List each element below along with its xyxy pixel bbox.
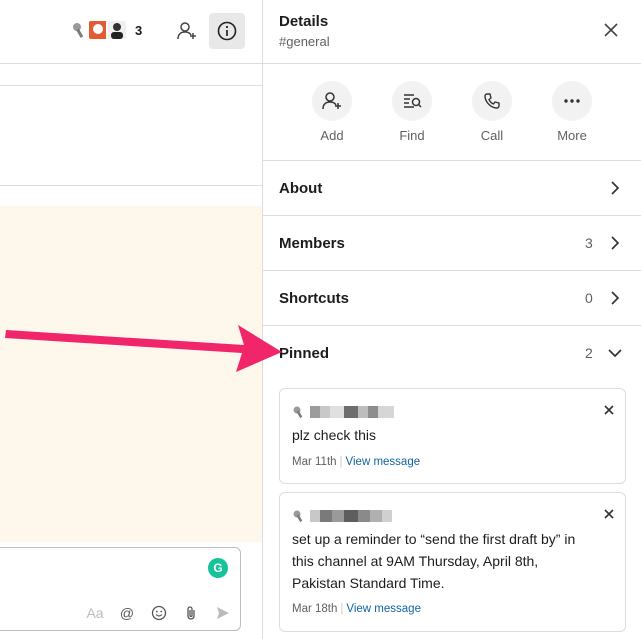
section-label: Members bbox=[279, 234, 345, 252]
shortcuts-section[interactable]: Shortcuts 0 bbox=[263, 271, 641, 325]
redacted-name bbox=[310, 510, 392, 522]
find-action[interactable]: Find bbox=[382, 81, 442, 143]
divider bbox=[0, 85, 262, 86]
highlighted-message bbox=[0, 206, 262, 542]
view-message-link[interactable]: View message bbox=[346, 603, 421, 615]
unpin-close-icon[interactable] bbox=[603, 404, 615, 416]
attach-button[interactable] bbox=[175, 602, 207, 624]
info-icon bbox=[217, 21, 237, 41]
add-action[interactable]: Add bbox=[302, 81, 362, 143]
avatar bbox=[293, 510, 303, 522]
pin-author bbox=[292, 509, 392, 523]
details-panel: Details #general Add Find Call More Abou… bbox=[262, 0, 641, 639]
divider bbox=[0, 63, 262, 64]
section-label: Pinned bbox=[279, 344, 330, 362]
pin-date: Mar 11th bbox=[292, 456, 337, 468]
pin-text: set up a reminder to “send the first dra… bbox=[292, 528, 575, 594]
chevron-right-icon bbox=[611, 181, 620, 195]
send-button[interactable] bbox=[207, 602, 239, 624]
more-action[interactable]: More bbox=[542, 81, 602, 143]
pinned-message[interactable]: set up a reminder to “send the first dra… bbox=[279, 492, 626, 632]
divider bbox=[263, 63, 641, 64]
channel-header: 3 bbox=[0, 0, 262, 63]
pin-text: plz check this bbox=[292, 427, 377, 443]
pinned-message[interactable]: plz check this Mar 11th | View message bbox=[279, 388, 626, 484]
pin-text-line: Pakistan Standard Time. bbox=[292, 575, 445, 591]
close-icon bbox=[604, 23, 618, 37]
channel-actions: Add Find Call More bbox=[263, 81, 641, 151]
call-action[interactable]: Call bbox=[462, 81, 522, 143]
pin-text-line: set up a reminder to “send the first dra… bbox=[292, 531, 576, 547]
add-member-button[interactable] bbox=[169, 13, 205, 49]
chevron-down-icon bbox=[608, 349, 622, 358]
pinned-section[interactable]: Pinned 2 bbox=[263, 326, 641, 380]
phone-icon bbox=[484, 93, 500, 109]
chevron-right-icon bbox=[611, 291, 620, 305]
section-count: 2 bbox=[585, 345, 593, 361]
panel-title: Details bbox=[279, 13, 329, 30]
action-label: More bbox=[557, 128, 587, 143]
emoji-icon bbox=[151, 605, 167, 621]
section-count: 3 bbox=[585, 235, 593, 251]
redacted-name bbox=[310, 406, 394, 418]
section-label: Shortcuts bbox=[279, 289, 350, 307]
unpin-close-icon[interactable] bbox=[603, 508, 615, 520]
find-icon bbox=[404, 94, 422, 108]
about-section[interactable]: About bbox=[263, 161, 641, 215]
section-label: About bbox=[279, 179, 323, 197]
members-section[interactable]: Members 3 bbox=[263, 216, 641, 270]
message-composer[interactable]: G Aa @ bbox=[0, 547, 241, 631]
member-avatars[interactable]: 3 bbox=[68, 17, 142, 43]
channel-details-button[interactable] bbox=[209, 13, 245, 49]
member-count: 3 bbox=[135, 22, 143, 38]
avatar bbox=[106, 19, 128, 41]
action-label: Add bbox=[320, 128, 344, 143]
chevron-right-icon bbox=[611, 236, 620, 250]
view-message-link[interactable]: View message bbox=[346, 456, 421, 468]
add-person-icon bbox=[177, 22, 196, 40]
close-button[interactable] bbox=[599, 18, 623, 42]
more-icon bbox=[564, 99, 580, 103]
pin-meta: Mar 11th | View message bbox=[292, 456, 421, 468]
pin-date: Mar 18th bbox=[292, 603, 338, 615]
pin-meta: Mar 18th | View message bbox=[292, 603, 421, 615]
emoji-button[interactable] bbox=[143, 602, 175, 624]
pin-text-line: this channel at 9AM Thursday, April 8th, bbox=[292, 553, 539, 569]
composer-toolbar: Aa @ bbox=[79, 602, 239, 624]
divider bbox=[0, 185, 262, 186]
add-person-icon bbox=[322, 92, 341, 110]
avatar bbox=[293, 406, 303, 418]
section-count: 0 bbox=[585, 290, 593, 306]
action-label: Find bbox=[399, 128, 425, 143]
action-label: Call bbox=[480, 128, 504, 143]
paperclip-icon bbox=[187, 606, 195, 620]
channel-area: 3 G Aa @ bbox=[0, 0, 262, 639]
mention-button[interactable]: @ bbox=[111, 602, 143, 624]
pin-author bbox=[292, 405, 394, 419]
grammarly-icon[interactable]: G bbox=[208, 558, 228, 578]
send-icon bbox=[217, 607, 229, 619]
channel-name: #general bbox=[279, 34, 330, 49]
formatting-button[interactable]: Aa bbox=[79, 602, 111, 624]
